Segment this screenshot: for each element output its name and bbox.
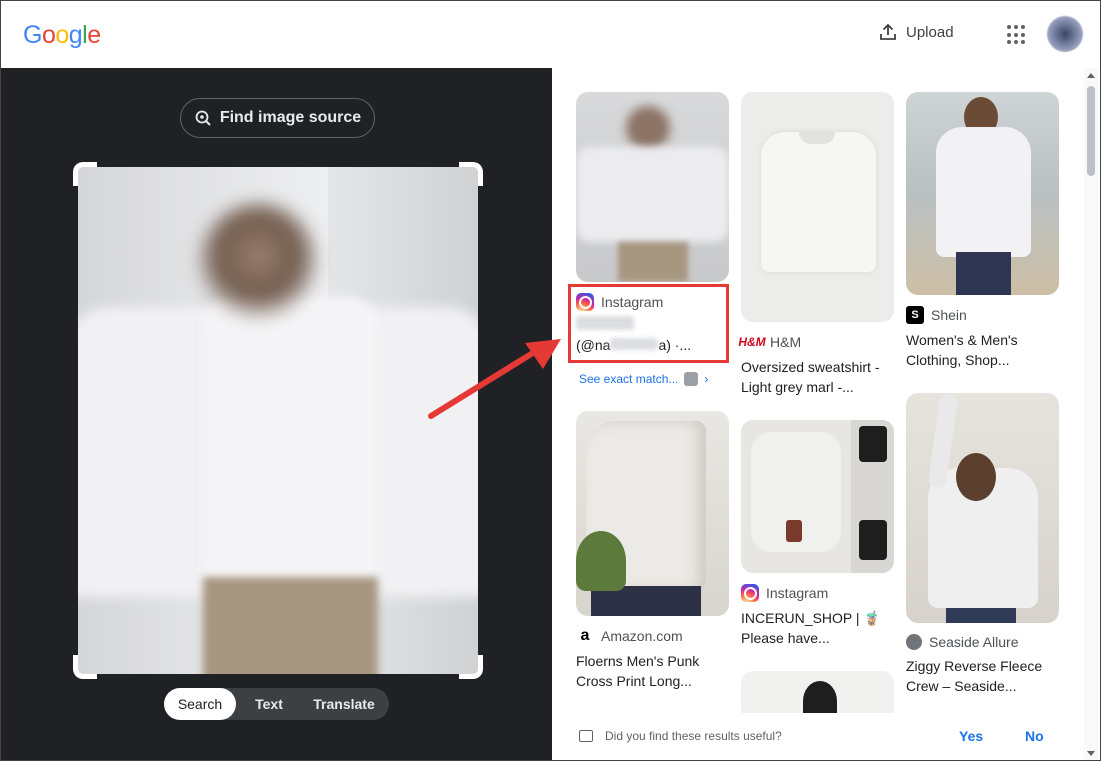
- result-thumbnail[interactable]: [906, 92, 1059, 295]
- upload-label: Upload: [906, 23, 954, 41]
- upload-button[interactable]: Upload: [879, 23, 954, 41]
- result-source: Seaside Allure: [906, 634, 1059, 650]
- result-source-label: Shein: [931, 307, 967, 323]
- tab-translate[interactable]: Translate: [302, 688, 386, 720]
- logo-letter: o: [41, 21, 56, 49]
- feedback-icon: [579, 730, 593, 742]
- mode-switcher: Search Text Translate: [164, 688, 389, 720]
- globe-icon: [906, 634, 922, 650]
- top-bar: Google Upload: [1, 1, 1100, 68]
- lens-search-icon: [195, 110, 211, 126]
- result-card[interactable]: H&M H&M Oversized sweatshirt - Light gre…: [738, 92, 894, 397]
- result-source-label: Amazon.com: [601, 628, 683, 644]
- logo-letter: G: [23, 21, 42, 49]
- result-source-label: Instagram: [766, 585, 829, 601]
- window: Google Upload Find image source Search T…: [0, 0, 1101, 761]
- find-image-source-button[interactable]: Find image source: [180, 98, 375, 138]
- chevron-right-icon: ›: [704, 372, 709, 386]
- result-source: a Amazon.com: [576, 627, 729, 645]
- result-source: Instagram: [741, 584, 894, 602]
- result-thumbnail[interactable]: [906, 393, 1059, 623]
- scroll-up-icon[interactable]: [1087, 73, 1095, 78]
- result-source: S Shein: [906, 306, 1059, 324]
- avatar[interactable]: [1047, 16, 1083, 52]
- amazon-icon: a: [580, 627, 590, 644]
- scrollbar-thumb[interactable]: [1087, 86, 1095, 176]
- logo-letter: o: [55, 21, 69, 49]
- result-title[interactable]: Women's & Men's Clothing, Shop...: [906, 330, 1059, 370]
- shein-icon: S: [906, 306, 924, 324]
- results-scrollbar[interactable]: [1084, 68, 1098, 760]
- see-exact-matches-label: See exact match...: [579, 372, 679, 386]
- scroll-down-icon[interactable]: [1087, 751, 1095, 756]
- logo-letter: e: [87, 21, 101, 49]
- query-image: [78, 167, 478, 674]
- result-card[interactable]: Seaside Allure Ziggy Reverse Fleece Crew…: [906, 393, 1059, 696]
- result-thumbnail[interactable]: [576, 411, 729, 616]
- result-thumbnail[interactable]: [576, 92, 729, 282]
- result-card[interactable]: S Shein Women's & Men's Clothing, Shop..…: [906, 92, 1059, 370]
- annotation-highlight-box: [568, 284, 729, 363]
- result-title[interactable]: Oversized sweatshirt - Light grey marl -…: [741, 357, 894, 397]
- google-logo[interactable]: Google: [23, 21, 101, 50]
- result-card[interactable]: a Amazon.com Floerns Men's Punk Cross Pr…: [576, 411, 729, 691]
- result-card[interactable]: Instagram INCERUN_SHOP | 🧋 Please have..…: [741, 420, 894, 648]
- result-thumbnail[interactable]: [741, 420, 894, 573]
- tab-search[interactable]: Search: [164, 688, 236, 720]
- hm-icon: H&M: [738, 335, 766, 349]
- apps-grid-icon[interactable]: [1007, 25, 1027, 45]
- result-title[interactable]: INCERUN_SHOP | 🧋 Please have...: [741, 608, 894, 648]
- instagram-icon: [741, 584, 759, 602]
- result-title[interactable]: Floerns Men's Punk Cross Print Long...: [576, 651, 729, 691]
- see-exact-matches-link[interactable]: See exact match... ›: [579, 372, 708, 386]
- result-source: H&M H&M: [738, 333, 894, 351]
- exact-match-thumb-icon: [684, 372, 699, 386]
- result-source-label: Seaside Allure: [929, 634, 1019, 650]
- logo-letter: g: [68, 21, 83, 49]
- lens-panel: Find image source Search Text Translate: [1, 68, 552, 760]
- result-thumbnail[interactable]: [741, 92, 894, 322]
- upload-icon: [880, 23, 896, 40]
- result-title[interactable]: Ziggy Reverse Fleece Crew – Seaside...: [906, 656, 1059, 696]
- find-image-source-label: Find image source: [219, 109, 362, 126]
- feedback-yes-button[interactable]: Yes: [959, 728, 983, 744]
- result-source-label: H&M: [770, 334, 802, 350]
- feedback-question: Did you find these results useful?: [605, 729, 782, 743]
- feedback-bar: Did you find these results useful? Yes N…: [561, 713, 1081, 759]
- tab-text[interactable]: Text: [236, 688, 302, 720]
- feedback-no-button[interactable]: No: [1025, 728, 1044, 744]
